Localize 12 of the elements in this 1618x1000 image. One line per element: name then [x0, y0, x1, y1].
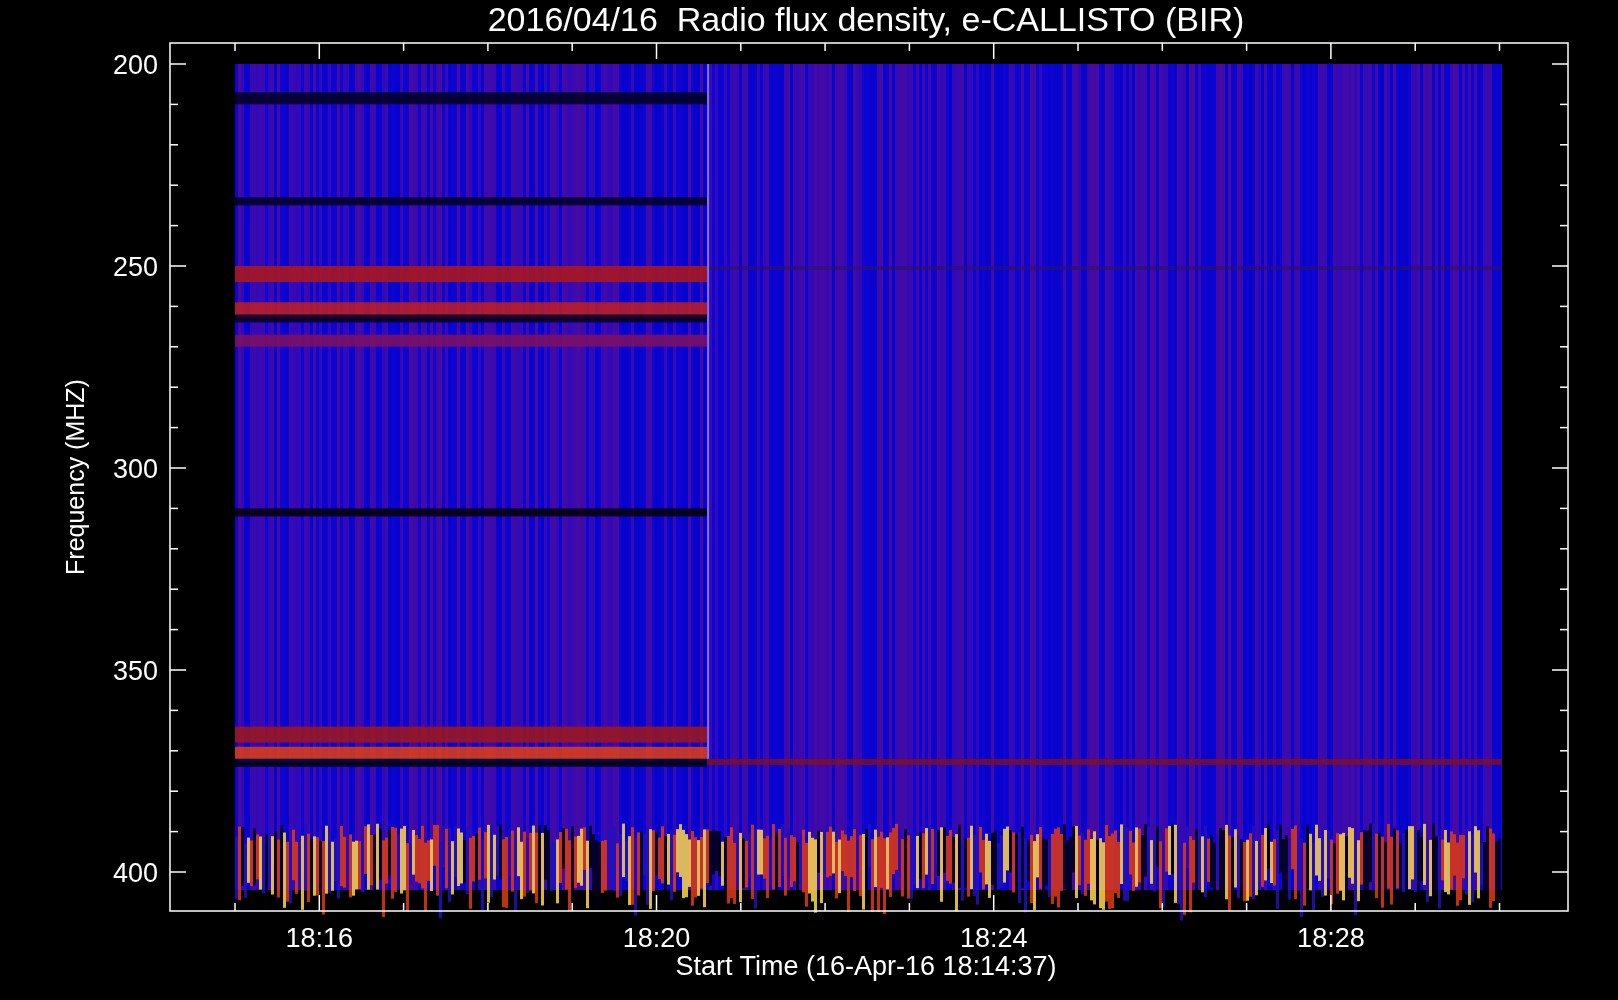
y-axis-label: Frequency (MHZ): [61, 379, 89, 575]
x-tick-label: 18:20: [622, 923, 691, 953]
x-tick-label: 18:24: [959, 923, 1028, 953]
y-tick-label: 300: [112, 454, 158, 484]
x-axis-label: Start Time (16-Apr-16 18:14:37): [675, 951, 1057, 981]
y-tick-label: 350: [112, 656, 158, 686]
x-tick-label: 18:16: [285, 923, 354, 953]
y-tick-label: 200: [112, 50, 158, 80]
x-tick-label: 18:28: [1297, 923, 1365, 953]
y-tick-label: 400: [112, 858, 158, 888]
plot-title: 2016/04/16 Radio flux density, e-CALLISTO (BIR): [487, 0, 1245, 38]
y-tick-label: 250: [112, 252, 158, 282]
